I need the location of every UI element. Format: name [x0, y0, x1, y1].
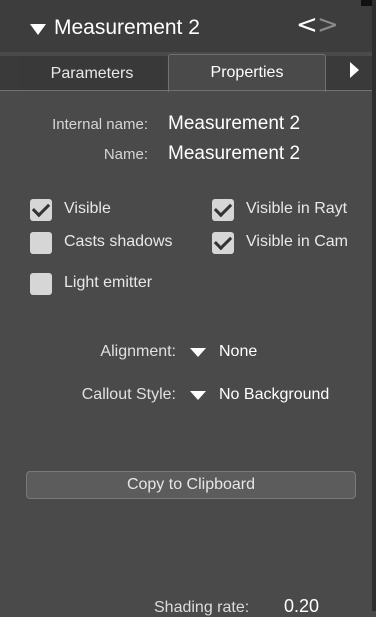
alignment-dropdown-value[interactable]: None: [219, 343, 257, 361]
tab-properties[interactable]: Properties: [168, 54, 326, 92]
properties-panel: Measurement 2 < > Parameters Properties …: [0, 0, 376, 616]
callout-style-label: Callout Style:: [81, 386, 176, 403]
panel-right-edge: [372, 0, 376, 611]
visible-label: Visible: [64, 200, 111, 217]
tab-parameters[interactable]: Parameters: [18, 56, 166, 90]
visible-in-raytrace-checkbox[interactable]: [212, 199, 234, 221]
visible-in-camera-label: Visible in Cam: [246, 233, 348, 250]
casts-shadows-checkbox[interactable]: [30, 232, 52, 254]
previous-arrow-icon[interactable]: <: [296, 10, 318, 40]
tab-divider: [0, 90, 376, 91]
casts-shadows-label: Casts shadows: [64, 233, 173, 250]
internal-name-label: Internal name:: [52, 116, 148, 133]
tab-scroll-right-icon[interactable]: [350, 62, 359, 78]
visible-in-camera-checkbox[interactable]: [212, 232, 234, 254]
collapse-arrow-icon[interactable]: [30, 24, 46, 35]
next-arrow-icon[interactable]: >: [317, 10, 339, 40]
shading-rate-label: Shading rate:: [154, 599, 250, 616]
name-value[interactable]: Measurement 2: [168, 143, 300, 165]
alignment-dropdown-arrow-icon[interactable]: [190, 348, 206, 357]
panel-title: Measurement 2: [54, 16, 200, 39]
shading-rate-value[interactable]: 0.20: [284, 596, 319, 617]
alignment-label: Alignment:: [100, 343, 176, 360]
name-label: Name:: [103, 146, 148, 163]
visible-in-raytrace-label: Visible in Rayt: [246, 200, 348, 217]
callout-style-dropdown-value[interactable]: No Background: [219, 386, 329, 404]
visible-checkbox[interactable]: [30, 199, 52, 221]
tab-bar: Parameters Properties: [0, 54, 376, 92]
panel-header: Measurement 2 < >: [0, 0, 376, 52]
callout-style-dropdown-arrow-icon[interactable]: [190, 391, 206, 400]
light-emitter-checkbox[interactable]: [30, 273, 52, 295]
internal-name-value: Measurement 2: [168, 113, 301, 134]
light-emitter-label: Light emitter: [64, 274, 153, 291]
copy-to-clipboard-button[interactable]: Copy to Clipboard: [26, 471, 356, 499]
